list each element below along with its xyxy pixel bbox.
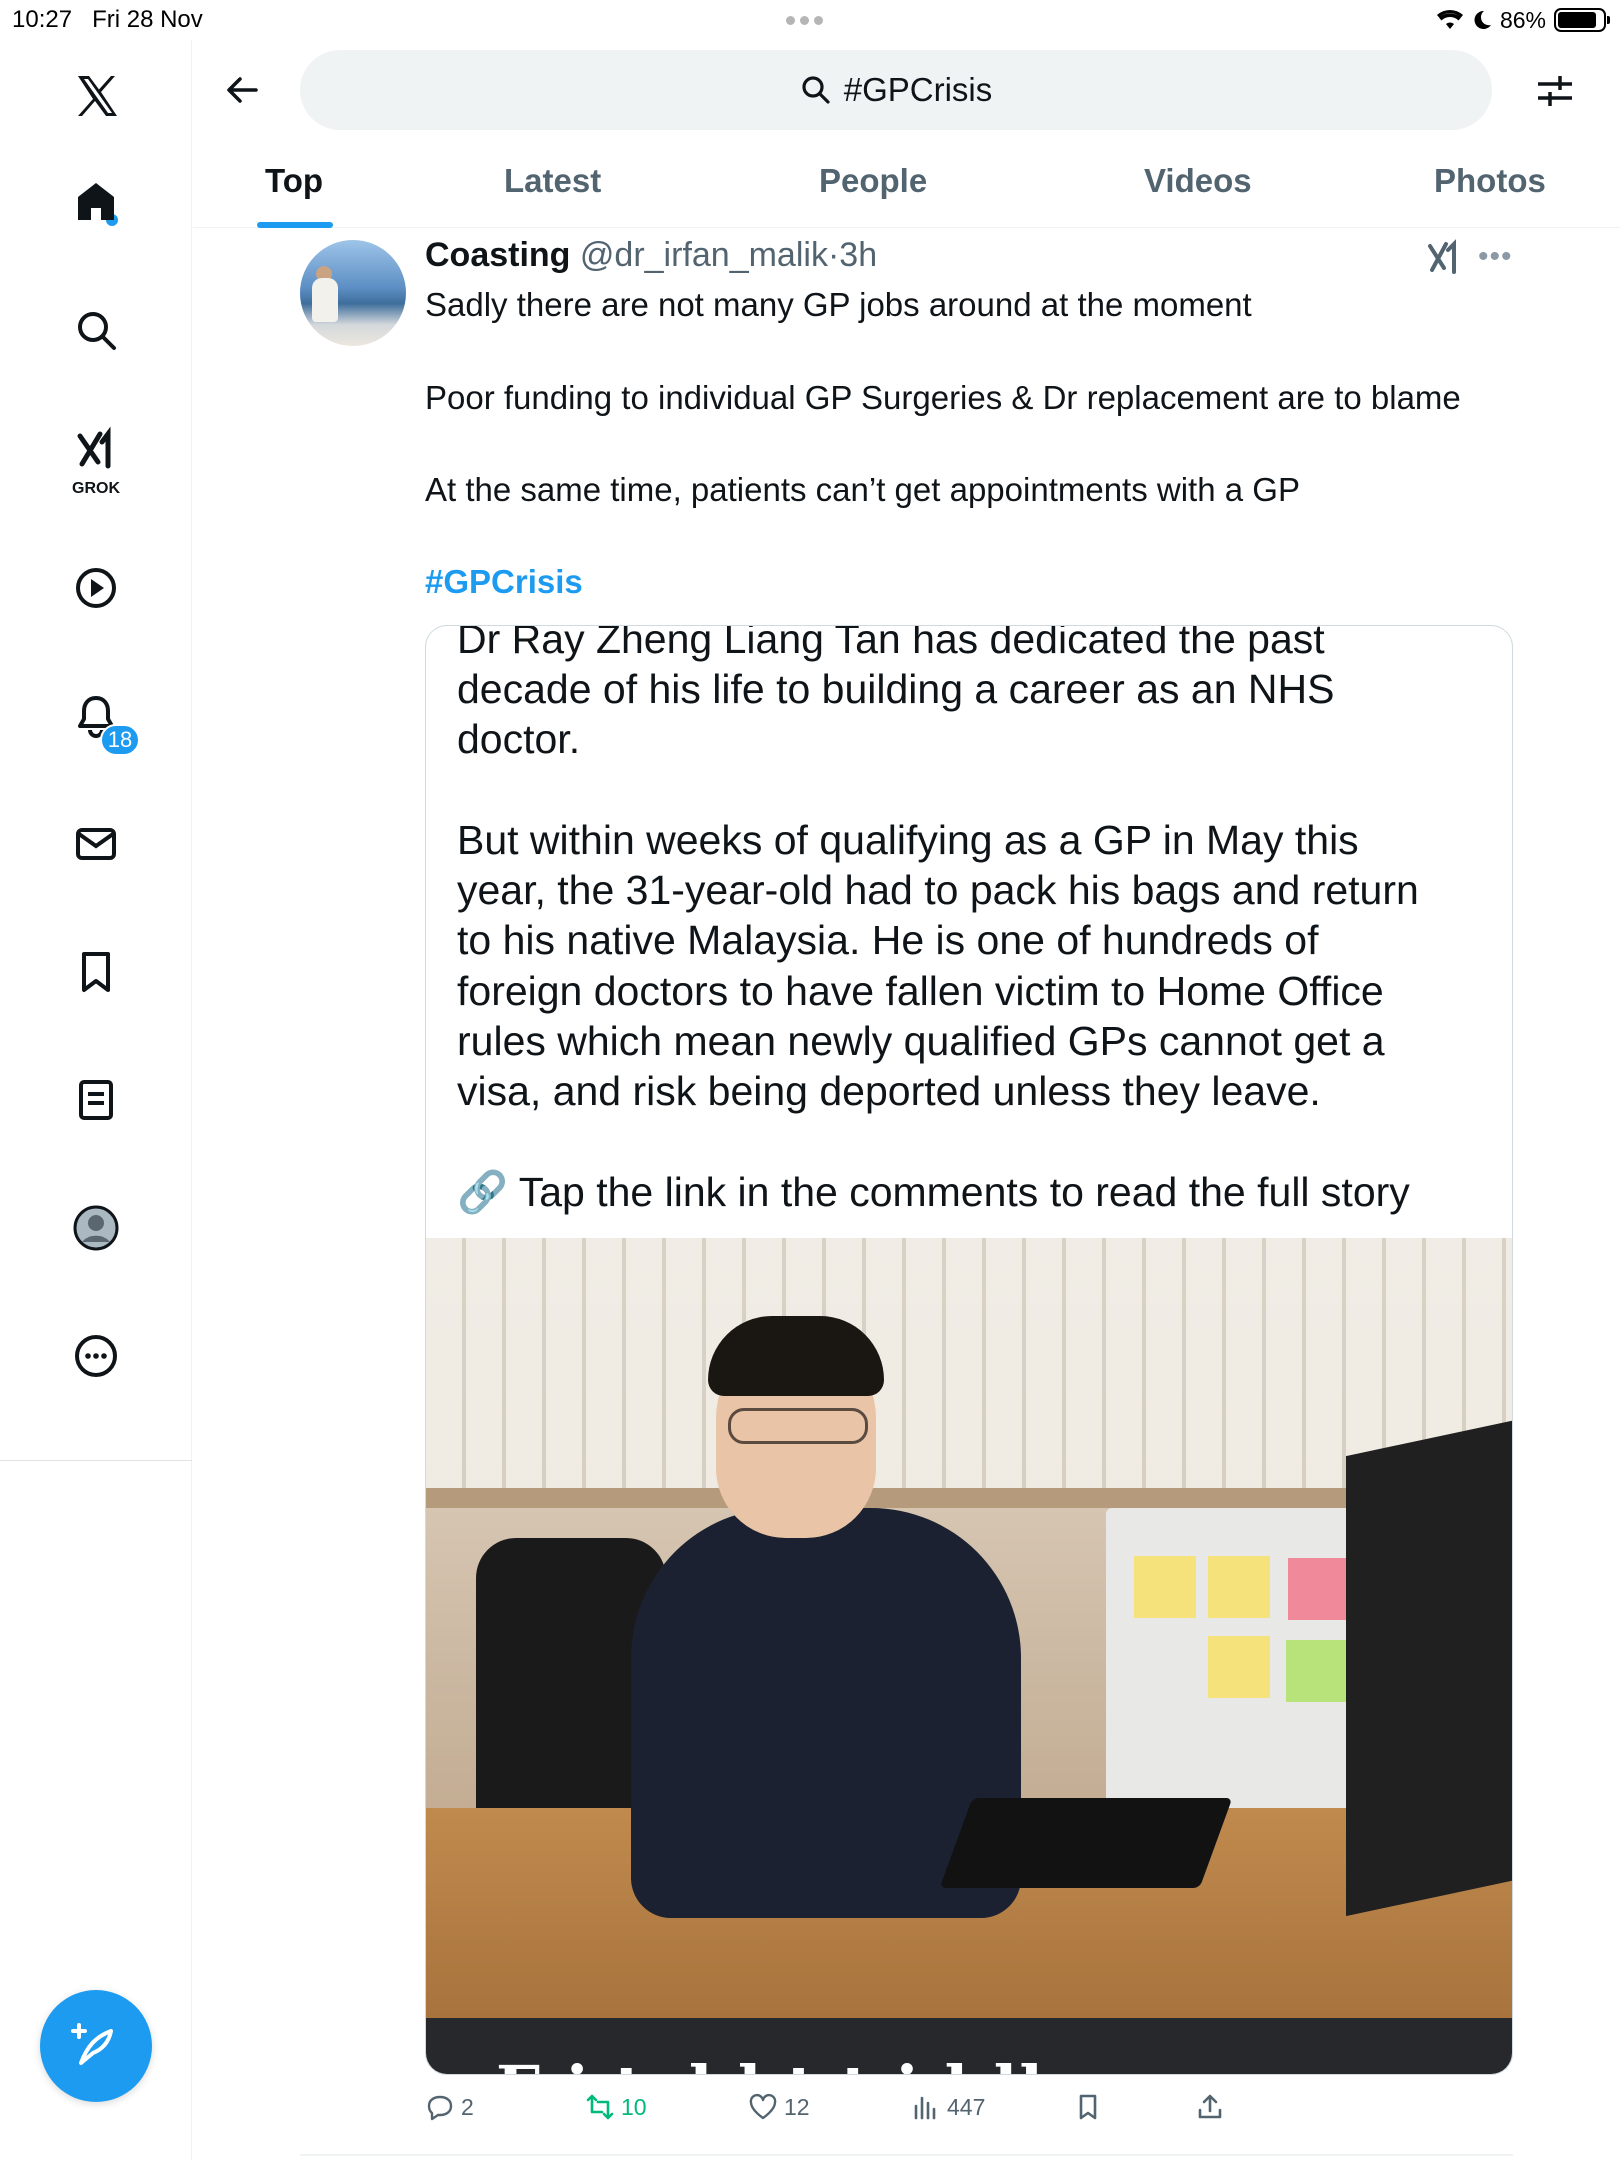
avatar[interactable]: [300, 240, 406, 346]
heart-icon: [749, 2093, 777, 2120]
card-text-line: rules which mean newly qualified GPs can…: [457, 1018, 1385, 1064]
tweet-author-name[interactable]: Coasting: [425, 236, 570, 274]
tab-latest[interactable]: Latest: [504, 162, 601, 200]
share-button[interactable]: [1195, 2092, 1225, 2122]
grok-label: GROK: [72, 480, 120, 497]
status-time: 10:27 Fri 28 Nov: [12, 6, 203, 33]
sidebar-divider: [0, 1460, 192, 1461]
reply-count: 2: [461, 2093, 474, 2120]
more-icon[interactable]: [66, 1326, 126, 1386]
headline-text: F i t d l t t i l ll: [496, 2052, 1045, 2074]
share-icon: [1198, 2094, 1222, 2119]
tweet-actions: 2 10 12 447: [425, 2092, 1525, 2132]
tweet-time[interactable]: 3h: [839, 236, 877, 274]
bookmark-icon: [1079, 2094, 1097, 2120]
tweet-header: Coasting @dr_irfan_malik·3h: [425, 236, 877, 275]
messages-icon[interactable]: [66, 814, 126, 874]
x-logo-icon[interactable]: [66, 66, 126, 126]
tab-videos[interactable]: Videos: [1144, 162, 1252, 200]
like-count: 12: [784, 2093, 810, 2120]
tweet-text-line: At the same time, patients can’t get app…: [425, 471, 1300, 508]
battery-percent: 86%: [1499, 6, 1546, 33]
back-button[interactable]: [216, 64, 268, 116]
search-filters-button[interactable]: [1530, 66, 1580, 116]
tweet-text-line: Poor funding to individual GP Surgeries …: [425, 379, 1461, 416]
tweet-divider: [300, 2154, 1513, 2156]
media-card[interactable]: Dr Ray Zheng Liang Tan has dedicated the…: [425, 625, 1513, 2075]
card-text-line: decade of his life to building a career …: [457, 666, 1335, 712]
card-text-line: year, the 31-year-old had to pack his ba…: [457, 867, 1419, 913]
link-icon: 🔗: [457, 1169, 509, 1215]
card-text-line: doctor.: [457, 716, 581, 762]
search-input[interactable]: #GPCrisis: [300, 50, 1492, 130]
battery-icon: [1554, 8, 1610, 32]
card-text-line: to his native Malaysia. He is one of hun…: [457, 917, 1319, 963]
card-text-line: But within weeks of qualifying as a GP i…: [457, 817, 1359, 863]
repost-icon: [586, 2094, 614, 2120]
reply-icon: [427, 2095, 453, 2121]
card-text-line: Dr Ray Zheng Liang Tan has dedicated the…: [457, 625, 1325, 662]
news-photo[interactable]: [426, 1238, 1512, 2018]
status-bar: 10:27 Fri 28 Nov 86%: [0, 0, 1620, 40]
lists-icon[interactable]: [66, 1070, 126, 1130]
sliders-icon: [1538, 76, 1572, 106]
search-icon[interactable]: [66, 300, 126, 360]
card-link-text: Tap the link in the comments to read the…: [518, 1169, 1410, 1215]
card-text-line: visa, and risk being deported unless the…: [457, 1068, 1321, 1114]
separator-dot: ·: [827, 236, 840, 274]
tweet-text-line: Sadly there are not many GP jobs around …: [425, 286, 1252, 323]
repost-count: 10: [621, 2093, 647, 2120]
bookmarks-icon[interactable]: [66, 942, 126, 1002]
profile-icon[interactable]: [66, 1198, 126, 1258]
tab-photos[interactable]: Photos: [1434, 162, 1546, 200]
status-indicators: 86%: [1436, 4, 1610, 36]
grok-icon[interactable]: [66, 420, 126, 480]
repost-button[interactable]: 10: [585, 2092, 647, 2122]
views-count: 447: [947, 2093, 986, 2120]
hashtag-link[interactable]: #GPCrisis: [425, 563, 583, 601]
card-link-line: 🔗 Tap the link in the comments to read t…: [457, 1167, 1410, 1217]
search-query: #GPCrisis: [843, 71, 993, 108]
tab-people[interactable]: People: [819, 162, 927, 200]
sidebar-nav: GROK 18: [0, 40, 192, 2160]
tweet-more-icon[interactable]: •••: [1478, 240, 1513, 274]
arrow-left-icon: [227, 77, 258, 103]
views-icon: [914, 2096, 936, 2120]
tweet-author-handle[interactable]: @dr_irfan_malik: [580, 236, 828, 274]
like-button[interactable]: 12: [748, 2092, 810, 2122]
reply-button[interactable]: 2: [425, 2092, 474, 2122]
moon-icon: [1474, 10, 1491, 29]
compose-icon: [71, 2023, 113, 2065]
search-tabs: Top Latest People Videos Photos: [193, 148, 1620, 228]
home-icon[interactable]: [66, 172, 126, 232]
tab-top[interactable]: Top: [265, 162, 323, 200]
compose-button[interactable]: [40, 1990, 152, 2102]
bookmark-button[interactable]: [1073, 2092, 1103, 2122]
multitasking-dots-icon[interactable]: [786, 12, 828, 30]
active-tab-indicator: [257, 222, 333, 228]
wifi-icon: [1436, 10, 1463, 29]
grok-icon[interactable]: [1424, 238, 1464, 278]
video-icon[interactable]: [66, 558, 126, 618]
views-button[interactable]: 447: [911, 2092, 985, 2122]
notification-badge: 18: [100, 724, 140, 756]
headline-strip: F i t d l t t i l ll: [426, 2018, 1512, 2074]
card-text-line: foreign doctors to have fallen victim to…: [457, 968, 1384, 1014]
search-icon: [802, 76, 830, 104]
